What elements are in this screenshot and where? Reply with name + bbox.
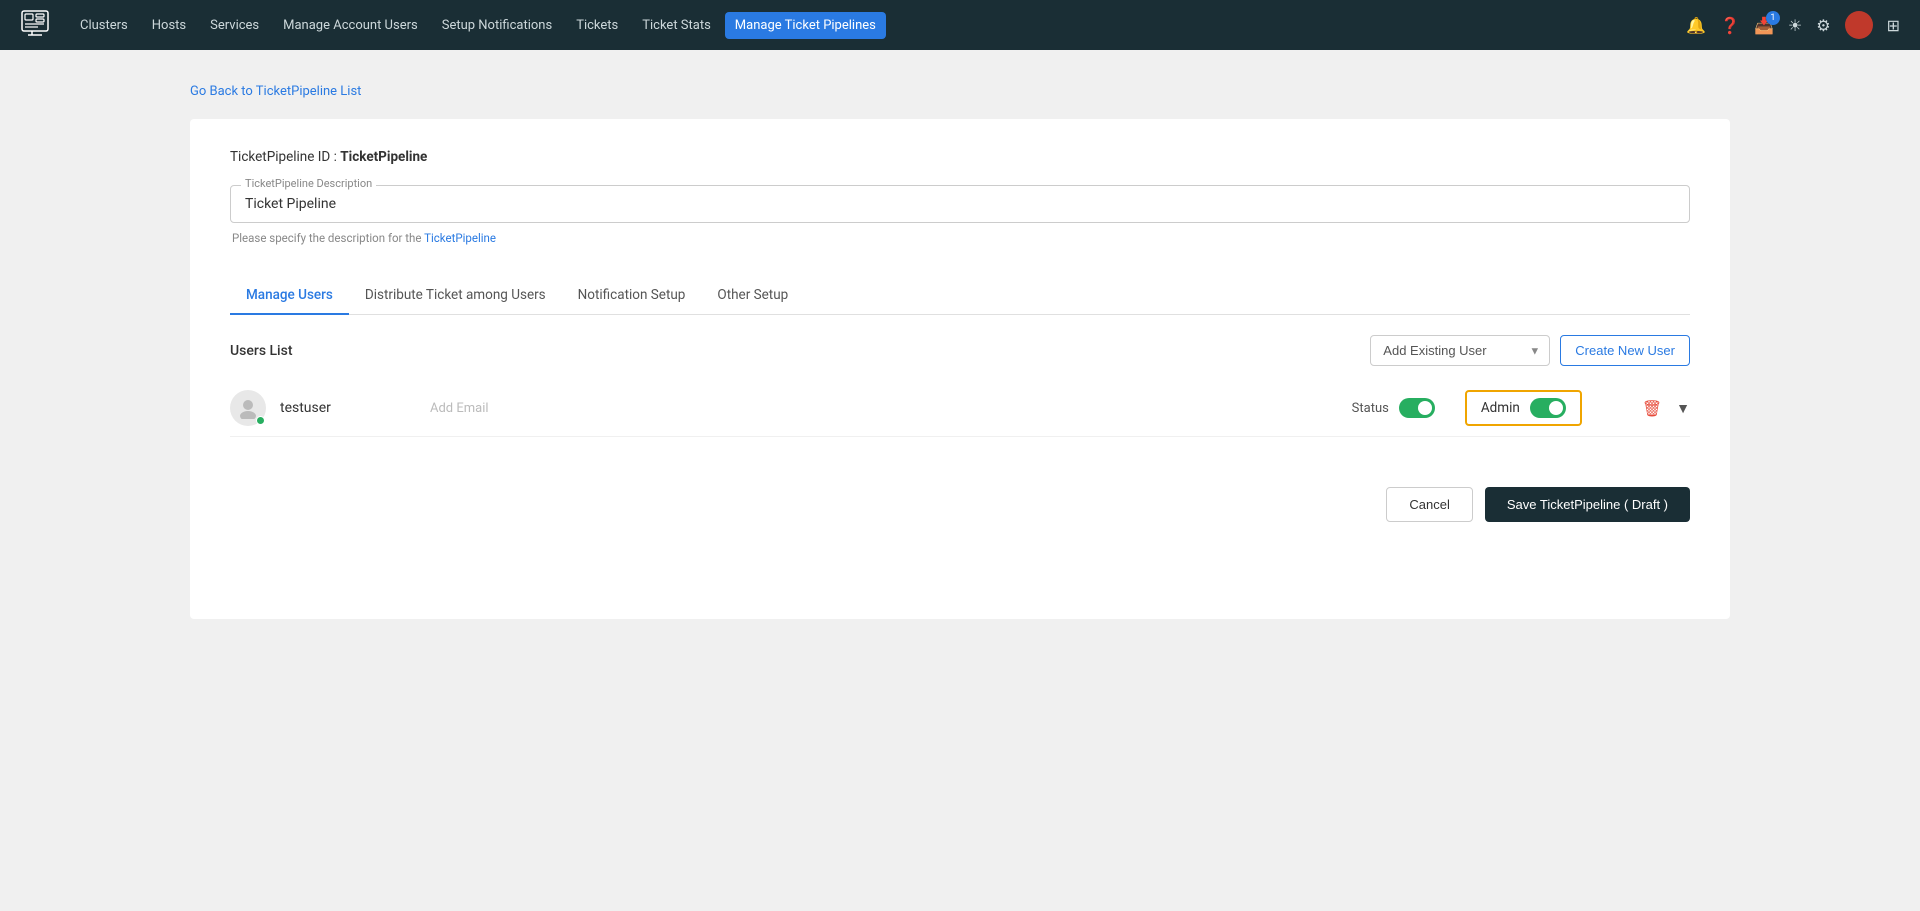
user-name: testuser: [280, 400, 430, 416]
cancel-button[interactable]: Cancel: [1386, 487, 1472, 522]
create-new-user-button[interactable]: Create New User: [1560, 335, 1690, 366]
tab-other-setup[interactable]: Other Setup: [701, 277, 804, 315]
description-label: TicketPipeline Description: [241, 177, 376, 190]
main-card: TicketPipeline ID : TicketPipeline Ticke…: [190, 119, 1730, 619]
user-avatar[interactable]: [1845, 11, 1873, 39]
grid-icon[interactable]: ⊞: [1887, 16, 1900, 35]
download-icon[interactable]: 📥 1: [1754, 16, 1774, 35]
tab-distribute-ticket[interactable]: Distribute Ticket among Users: [349, 277, 562, 315]
users-list-label: Users List: [230, 343, 293, 359]
help-icon[interactable]: ❓: [1720, 16, 1740, 35]
nav-manage-account-users[interactable]: Manage Account Users: [273, 12, 428, 39]
notification-badge: 1: [1766, 11, 1780, 25]
delete-icon[interactable]: 🗑: [1642, 399, 1662, 418]
settings-icon[interactable]: ⚙: [1816, 16, 1830, 35]
avatar: [230, 390, 266, 426]
back-link[interactable]: Go Back to TicketPipeline List: [190, 84, 361, 99]
admin-toggle[interactable]: [1530, 398, 1566, 418]
navbar-icons: 🔔 ❓ 📥 1 ☀ ⚙ ⊞: [1686, 11, 1900, 39]
user-actions: 🗑 ▼: [1642, 399, 1690, 418]
tab-notification-setup[interactable]: Notification Setup: [562, 277, 702, 315]
description-hint-link: TicketPipeline: [424, 231, 496, 245]
users-list-actions: Add Existing User ▼ Create New User: [1370, 335, 1690, 366]
user-email[interactable]: Add Email: [430, 401, 1352, 416]
app-logo: [20, 7, 50, 43]
nav-tickets[interactable]: Tickets: [566, 12, 628, 39]
add-existing-select[interactable]: Add Existing User: [1370, 335, 1550, 366]
nav-clusters[interactable]: Clusters: [70, 12, 138, 39]
admin-label: Admin: [1481, 400, 1520, 416]
save-button[interactable]: Save TicketPipeline ( Draft ): [1485, 487, 1690, 522]
admin-box: Admin: [1465, 390, 1582, 426]
navbar: Clusters Hosts Services Manage Account U…: [0, 0, 1920, 50]
description-hint: Please specify the description for the T…: [232, 231, 1690, 245]
description-value: Ticket Pipeline: [245, 196, 1675, 212]
chevron-down-icon[interactable]: ▼: [1676, 400, 1690, 417]
footer-actions: Cancel Save TicketPipeline ( Draft ): [230, 487, 1690, 522]
nav-hosts[interactable]: Hosts: [142, 12, 196, 39]
nav-ticket-stats[interactable]: Ticket Stats: [632, 12, 721, 39]
tab-manage-users[interactable]: Manage Users: [230, 277, 349, 315]
online-dot: [256, 416, 265, 425]
bell-icon[interactable]: 🔔: [1686, 16, 1706, 35]
description-field[interactable]: TicketPipeline Description Ticket Pipeli…: [230, 185, 1690, 223]
pipeline-id-label: TicketPipeline ID :: [230, 149, 337, 165]
tabs-row: Manage Users Distribute Ticket among Use…: [230, 277, 1690, 315]
theme-icon[interactable]: ☀: [1788, 16, 1802, 35]
nav-manage-ticket-pipelines[interactable]: Manage Ticket Pipelines: [725, 12, 886, 39]
nav-setup-notifications[interactable]: Setup Notifications: [432, 12, 562, 39]
nav-services[interactable]: Services: [200, 12, 269, 39]
pipeline-id-row: TicketPipeline ID : TicketPipeline: [230, 149, 1690, 165]
status-label: Status: [1352, 401, 1389, 416]
page-wrapper: Go Back to TicketPipeline List TicketPip…: [0, 50, 1920, 649]
pipeline-id-value: TicketPipeline: [340, 149, 427, 165]
add-existing-wrapper: Add Existing User ▼: [1370, 335, 1550, 366]
status-toggle[interactable]: [1399, 398, 1435, 418]
table-row: testuser Add Email Status Admin 🗑 ▼: [230, 380, 1690, 437]
users-list-header: Users List Add Existing User ▼ Create Ne…: [230, 335, 1690, 366]
